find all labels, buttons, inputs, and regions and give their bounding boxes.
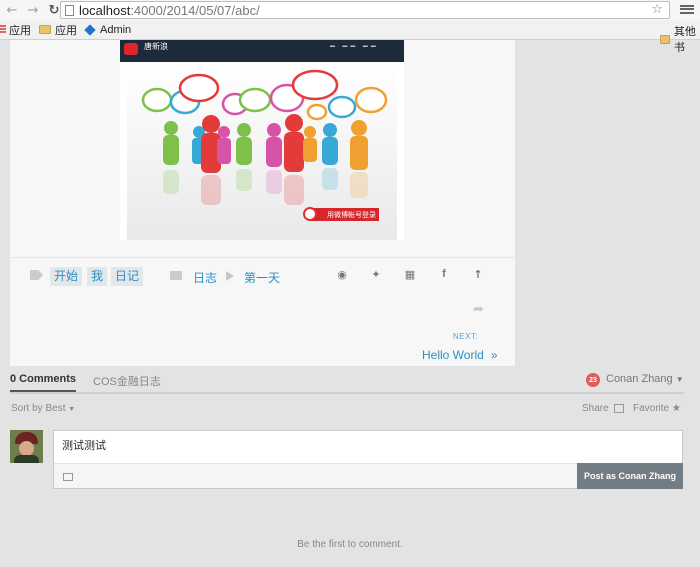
sort-label: Sort by Best — [11, 403, 66, 414]
bookmark-other[interactable]: 其他书 — [660, 23, 700, 55]
user-name: Conan Zhang — [606, 373, 673, 385]
next-label: NEXT: — [453, 332, 479, 341]
twitter-icon[interactable]: ✦ — [369, 268, 383, 281]
tab-comments[interactable]: 0 Comments — [10, 373, 77, 392]
bookmark-apps[interactable]: 应用 — [0, 22, 31, 38]
hero-nav: ▬ ▬▬ ▬▬ — [330, 43, 379, 49]
tag-icon — [30, 270, 43, 280]
hero-header: 唐新浪 ▬ ▬▬ ▬▬ — [120, 40, 404, 62]
forward-icon[interactable]: → — [24, 1, 42, 19]
back-to-top-icon[interactable]: ↑ — [471, 268, 485, 281]
tag-link[interactable]: 日记 — [111, 267, 144, 286]
chevron-down-icon: ▼ — [675, 375, 684, 384]
bookmark-admin[interactable]: Admin — [84, 23, 132, 36]
comment-input[interactable]: 测试测试 — [53, 430, 683, 464]
bookmark-other-label: 其他书 — [673, 26, 696, 54]
favorite-button[interactable]: Favorite ★ — [633, 403, 681, 414]
category-link[interactable]: 日志 — [193, 269, 217, 286]
notification-badge[interactable]: 23 — [586, 373, 600, 387]
folder-icon — [660, 34, 670, 44]
next-arrow-icon: » — [490, 348, 498, 362]
user-menu[interactable]: Conan Zhang ▼ — [606, 373, 684, 385]
folder-icon — [170, 271, 182, 280]
star-icon[interactable]: ☆ — [651, 2, 663, 17]
share-forward-icon[interactable]: ➦ — [473, 302, 484, 317]
star-icon: ★ — [671, 403, 681, 414]
url-text[interactable]: localhost:4000/2014/05/07/abc/ — [79, 3, 260, 18]
url-host: localhost — [79, 2, 131, 18]
next-post-title: Hello World — [422, 348, 484, 362]
sort-dropdown[interactable]: Sort by Best ▼ — [11, 403, 75, 414]
post-meta: 开始 我 日记 日志 第一天 ◉ ✦ ▦ f ↑ — [10, 265, 515, 287]
facebook-icon[interactable]: f — [437, 268, 451, 280]
weibo-logo-icon — [124, 43, 138, 55]
admin-icon — [84, 23, 96, 36]
bookmark-label: 应用 — [55, 24, 77, 37]
menu-icon[interactable] — [680, 2, 694, 17]
divider — [10, 257, 515, 258]
next-post-link[interactable]: Hello World » — [422, 348, 498, 362]
tag-link[interactable]: 我 — [87, 267, 108, 286]
tab-forum[interactable]: COS金融日志 — [93, 373, 161, 389]
article-card: 唐新浪 ▬ ▬▬ ▬▬ 用微博帐号登录 开始 我 日记 日志 第一天 ◉ ✦ ▦… — [10, 40, 515, 366]
chevron-down-icon: ▼ — [68, 406, 76, 413]
comment-toolbar: Post as Conan Zhang — [53, 463, 683, 489]
back-icon[interactable]: ← — [3, 1, 21, 19]
url-path: :4000/2014/05/07/abc/ — [130, 2, 260, 18]
address-bar[interactable]: localhost:4000/2014/05/07/abc/ ☆ — [60, 1, 670, 19]
bookmarks-bar: 应用 应用 Admin 其他书 — [0, 20, 700, 54]
bookmark-folder[interactable]: 应用 — [39, 22, 77, 38]
hero-brand: 唐新浪 — [144, 42, 168, 51]
weibo-icon — [303, 207, 317, 221]
qrcode-icon[interactable]: ▦ — [403, 268, 417, 281]
page-icon — [65, 4, 74, 16]
favorite-label: Favorite — [633, 403, 670, 414]
folder-icon — [39, 25, 51, 34]
breadcrumb-arrow-icon — [226, 271, 234, 281]
post-button[interactable]: Post as Conan Zhang — [577, 463, 683, 489]
category-link[interactable]: 第一天 — [244, 269, 280, 286]
sort-row: Sort by Best ▼ Share Favorite ★ — [10, 403, 684, 417]
browser-toolbar: ← → ↻ localhost:4000/2014/05/07/abc/ ☆ — [0, 0, 700, 20]
empty-comments-message: Be the first to comment. — [297, 539, 403, 550]
bookmark-label: Admin — [100, 23, 132, 36]
bookmark-label: 应用 — [9, 24, 31, 37]
share-icon[interactable] — [614, 404, 624, 413]
comments-tabs: 0 Comments COS金融日志 23 Conan Zhang ▼ — [10, 372, 684, 394]
tag-link[interactable]: 开始 — [50, 267, 83, 286]
weibo-icon[interactable]: ◉ — [335, 268, 349, 281]
weibo-login-button: 用微博帐号登录 — [303, 207, 379, 221]
weibo-login-label: 用微博帐号登录 — [327, 211, 376, 219]
hero-image: 唐新浪 ▬ ▬▬ ▬▬ 用微博帐号登录 — [120, 40, 404, 240]
image-upload-icon[interactable] — [63, 473, 73, 481]
avatar — [10, 430, 43, 463]
apps-icon — [0, 25, 6, 34]
share-button[interactable]: Share — [582, 403, 609, 414]
